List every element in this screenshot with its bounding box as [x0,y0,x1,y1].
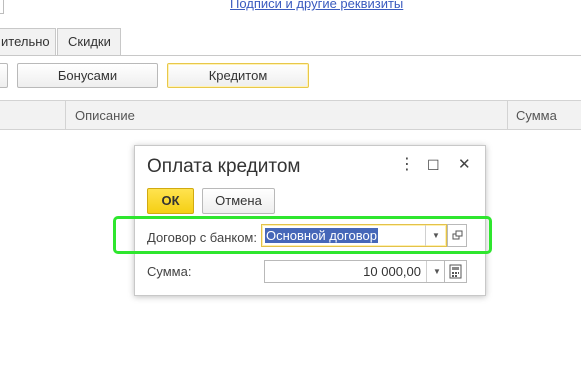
calculator-icon[interactable] [444,260,467,283]
maximize-icon[interactable]: ☐ [427,156,440,174]
contract-highlight-frame [113,216,492,254]
sum-field[interactable]: 10 000,00 ▼ [264,260,448,283]
pay-credit-button[interactable]: Кредитом [167,63,309,88]
close-icon[interactable]: ✕ [458,156,471,174]
column-separator [65,101,66,129]
window-corner [0,0,4,14]
sum-value[interactable]: 10 000,00 [363,264,421,279]
tab-discounts[interactable]: Скидки [57,28,121,56]
payment-button-partial[interactable] [0,63,8,88]
more-menu-icon[interactable]: ⋮ [399,156,415,174]
tabs-divider [0,55,581,56]
grid-header: Описание Сумма [0,100,581,130]
signatures-link[interactable]: Подписи и другие реквизиты [230,0,403,11]
column-separator [507,101,508,129]
pay-bonuses-button[interactable]: Бонусами [17,63,158,88]
column-sum[interactable]: Сумма [516,108,557,123]
dialog-title: Оплата кредитом [147,156,301,177]
cancel-button[interactable]: Отмена [202,188,275,214]
tab-additional[interactable]: ительно [0,28,56,56]
ok-button[interactable]: ОК [147,188,194,214]
sum-label: Сумма: [147,264,192,279]
column-description[interactable]: Описание [75,108,135,123]
